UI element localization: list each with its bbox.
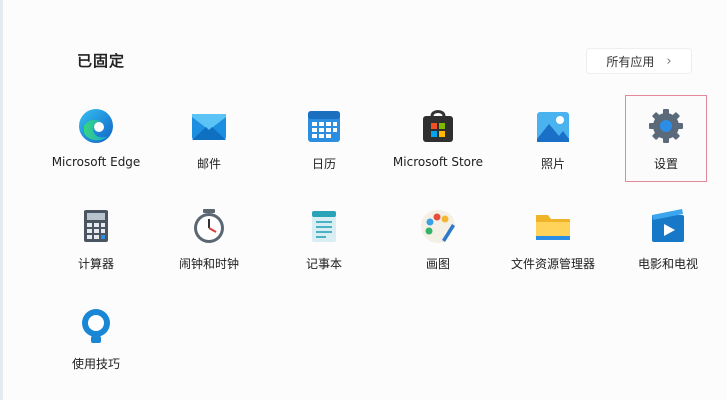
pinned-app-alarms[interactable]: 闹钟和时钟 (151, 196, 267, 280)
app-label: 日历 (311, 157, 336, 171)
pinned-app-movies-tv[interactable]: 电影和电视 (610, 196, 726, 280)
paint-palette-icon (418, 206, 458, 246)
all-apps-label: 所有应用 (606, 54, 655, 69)
mail-icon (189, 106, 229, 146)
app-label: 闹钟和时钟 (178, 257, 239, 271)
pinned-app-tips[interactable]: 使用技巧 (38, 296, 154, 380)
pinned-app-calculator[interactable]: 计算器 (38, 196, 154, 280)
calendar-icon (304, 106, 344, 146)
folder-icon (533, 206, 573, 246)
tips-bulb-icon (76, 306, 116, 346)
pinned-app-mail[interactable]: 邮件 (151, 96, 267, 180)
app-label: 照片 (540, 157, 565, 171)
app-label: 电影和电视 (637, 257, 698, 271)
app-label: 邮件 (196, 157, 221, 171)
pinned-app-paint[interactable]: 画图 (380, 196, 496, 280)
store-icon (418, 106, 458, 146)
edge-icon (76, 106, 116, 146)
gear-icon (646, 106, 686, 146)
calculator-icon (76, 206, 116, 246)
photos-icon (533, 106, 573, 146)
pinned-app-file-explorer[interactable]: 文件资源管理器 (495, 196, 611, 280)
all-apps-button[interactable]: 所有应用 › (586, 48, 692, 74)
movies-icon (648, 206, 688, 246)
pinned-app-photos[interactable]: 照片 (495, 96, 611, 180)
pinned-section-title: 已固定 (77, 52, 126, 70)
app-label: 记事本 (305, 257, 342, 271)
app-label: Microsoft Store (392, 155, 484, 169)
pinned-app-calendar[interactable]: 日历 (266, 96, 382, 180)
alarm-clock-icon (189, 206, 229, 246)
pinned-app-edge[interactable]: Microsoft Edge (38, 96, 154, 180)
app-label: 使用技巧 (71, 357, 120, 371)
app-label: 设置 (653, 157, 678, 171)
notepad-icon (304, 206, 344, 246)
app-label: 文件资源管理器 (510, 257, 595, 271)
pinned-app-store[interactable]: Microsoft Store (380, 96, 496, 180)
pinned-app-notepad[interactable]: 记事本 (266, 196, 382, 280)
window-edge (0, 0, 3, 400)
pinned-app-settings[interactable]: 设置 (625, 95, 707, 182)
app-label: 计算器 (77, 257, 114, 271)
app-label: 画图 (425, 257, 450, 271)
chevron-right-icon: › (666, 53, 672, 69)
app-label: Microsoft Edge (51, 155, 141, 169)
